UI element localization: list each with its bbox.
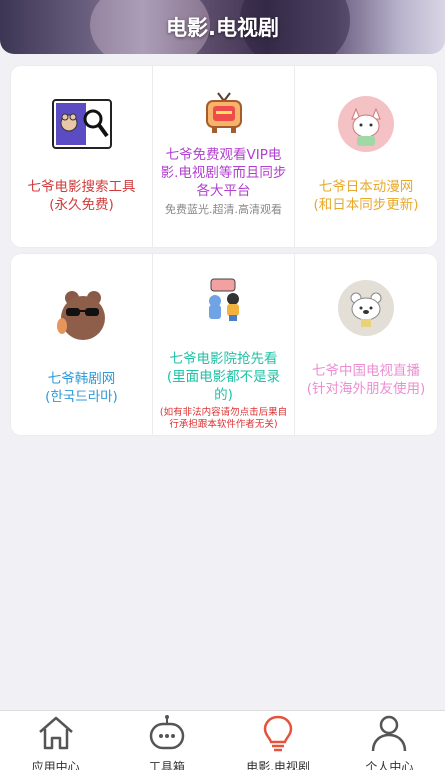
- app-title: 七爷电影搜索工具 (永久免费): [27, 179, 136, 213]
- app-disclaimer: (如有非法内容请勿点击后果自行承担跟本软件作者无关): [159, 407, 288, 430]
- app-title: 七爷电影院抢先看 (里面电影都不是录的): [166, 351, 281, 403]
- robot-icon: [147, 714, 187, 756]
- app-vip-movies[interactable]: 七爷免费观看VIP电影.电视剧等而且同步各大平台 免费蓝光.超清.高清观看: [153, 66, 295, 247]
- app-title: 七爷韩剧网 (한국드라마): [45, 371, 118, 405]
- tab-movies-tv[interactable]: 电影.电视剧: [223, 711, 334, 770]
- tab-label: 电影.电视剧: [246, 760, 311, 770]
- tv-icon: [192, 86, 256, 142]
- header-banner: 电影.电视剧: [0, 0, 445, 54]
- lightbulb-icon: [258, 714, 298, 756]
- home-icon: [36, 714, 76, 756]
- app-cinema-preview[interactable]: 七爷电影院抢先看 (里面电影都不是录的) (如有非法内容请勿点击后果自行承担跟本…: [153, 254, 295, 435]
- movie-search-icon: [50, 96, 114, 152]
- app-anime[interactable]: 七爷日本动漫网 (和日本同步更新): [295, 66, 437, 247]
- cinema-kids-icon: [192, 272, 256, 328]
- bottom-tab-bar: 应用中心 工具箱 电影.电视剧 个人中心: [0, 710, 445, 770]
- app-movie-search[interactable]: 七爷电影搜索工具 (永久免费): [11, 66, 153, 247]
- app-subtitle: 免费蓝光.超清.高清观看: [165, 203, 282, 216]
- page-title: 电影.电视剧: [166, 16, 279, 40]
- app-korean-drama[interactable]: 七爷韩剧网 (한국드라마): [11, 254, 153, 435]
- app-title: 七爷免费观看VIP电影.电视剧等而且同步各大平台: [160, 147, 287, 199]
- sunglasses-bear-icon: [50, 288, 114, 344]
- tab-toolbox[interactable]: 工具箱: [111, 711, 222, 770]
- tab-label: 应用中心: [31, 760, 80, 770]
- tab-app-center[interactable]: 应用中心: [0, 711, 111, 770]
- app-title: 七爷中国电视直播 (针对海外朋友使用): [306, 363, 426, 397]
- tab-label: 工具箱: [148, 760, 185, 770]
- tab-personal-center[interactable]: 个人中心: [334, 711, 445, 770]
- app-title: 七爷日本动漫网 (和日本同步更新): [313, 179, 419, 213]
- person-icon: [369, 714, 409, 756]
- anime-cat-icon: [334, 96, 398, 152]
- app-card-row-1: 七爷电影搜索工具 (永久免费) 七爷免费观看VIP电影.电视剧等而且同步各大平台…: [11, 66, 437, 247]
- app-card-row-2: 七爷韩剧网 (한국드라마) 七爷电影院抢先看 (里面电影都不是录的) (如有非法…: [11, 254, 437, 435]
- tab-label: 个人中心: [365, 760, 414, 770]
- white-bear-icon: [334, 280, 398, 336]
- app-china-tv-live[interactable]: 七爷中国电视直播 (针对海外朋友使用): [295, 254, 437, 435]
